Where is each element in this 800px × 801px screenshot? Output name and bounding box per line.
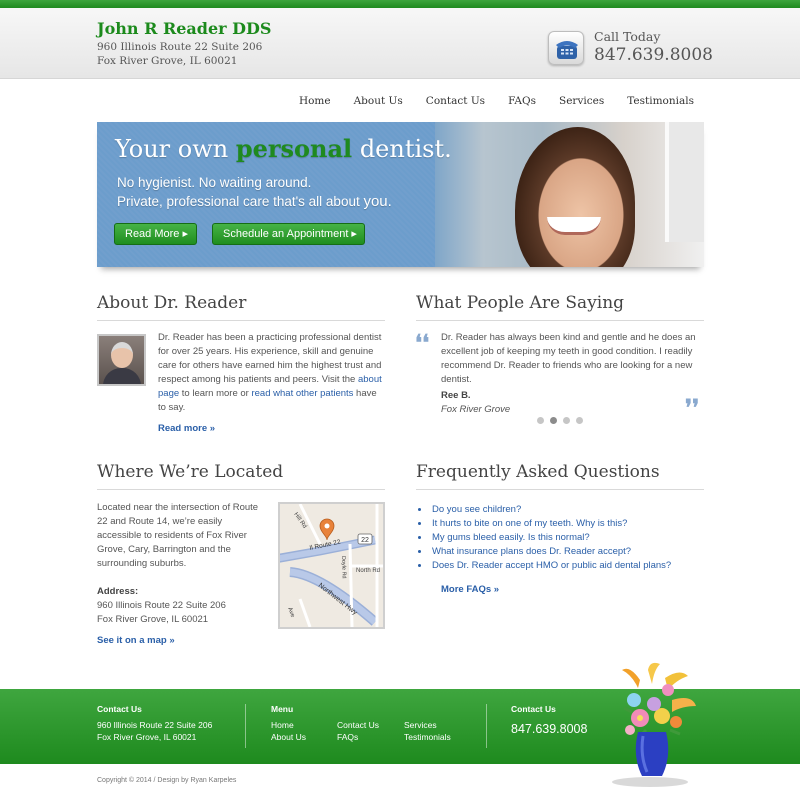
faq-item-2[interactable]: It hurts to bite on one of my teeth. Why… xyxy=(430,517,671,531)
main-nav: Home About Us Contact Us FAQs Services T… xyxy=(276,95,694,107)
hero-subtitle-2-text: Private, professional care that's all ab… xyxy=(117,194,364,209)
faq-item-4[interactable]: What insurance plans does Dr. Reader acc… xyxy=(430,545,671,559)
pager-dot-1[interactable] xyxy=(537,417,544,424)
footer-address-line1: 960 Illinois Route 22 Suite 206 xyxy=(97,720,213,730)
footer-link-services[interactable]: Services xyxy=(404,720,437,730)
more-faqs-link[interactable]: More FAQs » xyxy=(441,584,499,595)
flower-vase-illustration xyxy=(610,660,700,788)
footer-address-line2: Fox River Grove, IL 60021 xyxy=(97,732,197,742)
close-quote-icon: ❜❜ xyxy=(685,395,700,421)
faq-item-3[interactable]: My gums bleed easily. Is this normal? xyxy=(430,531,671,545)
footer-link-faqs[interactable]: FAQs xyxy=(337,732,358,742)
footer-divider-1 xyxy=(245,704,246,748)
phone-icon xyxy=(548,31,584,65)
pager-dot-2[interactable] xyxy=(550,417,557,424)
hero-title-accent: personal xyxy=(235,134,353,163)
nav-about-us[interactable]: About Us xyxy=(354,95,403,107)
nav-contact-us[interactable]: Contact Us xyxy=(426,95,485,107)
footer-link-testimonials[interactable]: Testimonials xyxy=(404,732,451,742)
about-text-1: Dr. Reader has been a practicing profess… xyxy=(158,332,382,385)
testimonials-heading: What People Are Saying xyxy=(416,293,625,313)
site-title[interactable]: John R Reader DDS xyxy=(97,19,271,38)
hero-subtitle-you: you. xyxy=(363,193,392,210)
top-accent-bar xyxy=(0,0,800,8)
hero-subtitle-2: Private, professional care that's all ab… xyxy=(117,193,392,210)
location-paragraph: Located near the intersection of Route 2… xyxy=(97,502,259,569)
hero-window xyxy=(665,122,704,242)
testimonials-divider xyxy=(416,320,704,321)
portrait-head xyxy=(111,342,133,368)
footer-link-home[interactable]: Home xyxy=(271,720,294,730)
call-today-label: Call Today xyxy=(594,29,661,44)
hero-subtitle-1: No hygienist. No waiting around. xyxy=(117,175,312,190)
location-address-line1: 960 Illinois Route 22 Suite 206 xyxy=(97,600,226,611)
hero-title-pre: Your own xyxy=(115,135,236,163)
footer-link-about-us[interactable]: About Us xyxy=(271,732,306,742)
testimonial-location: Fox River Grove xyxy=(441,404,511,415)
pager-dot-4[interactable] xyxy=(576,417,583,424)
header-address-line1: 960 Illinois Route 22 Suite 206 xyxy=(97,41,263,53)
nav-faqs[interactable]: FAQs xyxy=(508,95,536,107)
dr-reader-portrait xyxy=(97,334,146,386)
copyright-text: Copyright © 2014 / Design by Ryan Karpel… xyxy=(97,777,237,784)
about-read-more-link[interactable]: Read more » xyxy=(158,423,215,434)
nav-home[interactable]: Home xyxy=(299,95,331,107)
faq-list: Do you see children? It hurts to bite on… xyxy=(430,503,671,573)
pager-dot-3[interactable] xyxy=(563,417,570,424)
faq-divider xyxy=(416,489,704,490)
nav-testimonials[interactable]: Testimonials xyxy=(627,95,694,107)
about-paragraph: Dr. Reader has been a practicing profess… xyxy=(158,331,386,415)
footer-contact-heading-2: Contact Us xyxy=(511,704,556,714)
header-phone-number[interactable]: 847.639.8008 xyxy=(594,45,713,65)
about-divider xyxy=(97,320,385,321)
about-heading: About Dr. Reader xyxy=(97,293,247,313)
site-header: John R Reader DDS 960 Illinois Route 22 … xyxy=(0,8,800,79)
hero-photo xyxy=(435,122,704,267)
footer-divider-2 xyxy=(486,704,487,748)
about-text-2: to learn more or xyxy=(179,388,252,399)
map-north-label: North Rd xyxy=(356,568,380,574)
nav-services[interactable]: Services xyxy=(559,95,604,107)
location-map[interactable]: 22 Hill Rd Il Route 22 Doyle Rd North Rd… xyxy=(278,502,385,629)
open-quote-icon: ❛❛ xyxy=(415,330,430,356)
footer-link-contact-us[interactable]: Contact Us xyxy=(337,720,379,730)
hero-woman-face xyxy=(515,127,635,267)
see-on-map-link[interactable]: See it on a map » xyxy=(97,635,175,646)
faq-heading: Frequently Asked Questions xyxy=(416,462,660,482)
schedule-appointment-button[interactable]: Schedule an Appointment ▸ xyxy=(212,223,365,245)
hero-title-post: dentist. xyxy=(352,135,452,163)
map-doyle-label: Doyle Rd xyxy=(340,556,347,579)
header-address-line2: Fox River Grove, IL 60021 xyxy=(97,55,238,67)
location-heading: Where We’re Located xyxy=(97,462,284,482)
testimonial-pager xyxy=(537,417,583,424)
footer-menu-heading: Menu xyxy=(271,704,294,714)
read-patients-link[interactable]: read what other patients xyxy=(251,388,353,399)
testimonial-quote: Dr. Reader has always been kind and gent… xyxy=(441,332,696,385)
faq-item-5[interactable]: Does Dr. Reader accept HMO or public aid… xyxy=(430,559,671,573)
hero-title: Your own personal dentist. xyxy=(115,134,452,163)
map-route22-shield: 22 xyxy=(361,537,369,544)
portrait-body xyxy=(103,368,141,384)
address-label: Address: xyxy=(97,586,139,597)
hero-banner: Your own personal dentist. No hygienist.… xyxy=(97,122,704,267)
testimonial-author: Ree B. xyxy=(441,390,471,401)
location-divider xyxy=(97,489,385,490)
read-more-button[interactable]: Read More ▸ xyxy=(114,223,197,245)
location-address-line2: Fox River Grove, IL 60021 xyxy=(97,614,209,625)
footer-phone[interactable]: 847.639.8008 xyxy=(511,722,587,736)
faq-item-1[interactable]: Do you see children? xyxy=(430,503,671,517)
footer-contact-heading: Contact Us xyxy=(97,704,142,714)
